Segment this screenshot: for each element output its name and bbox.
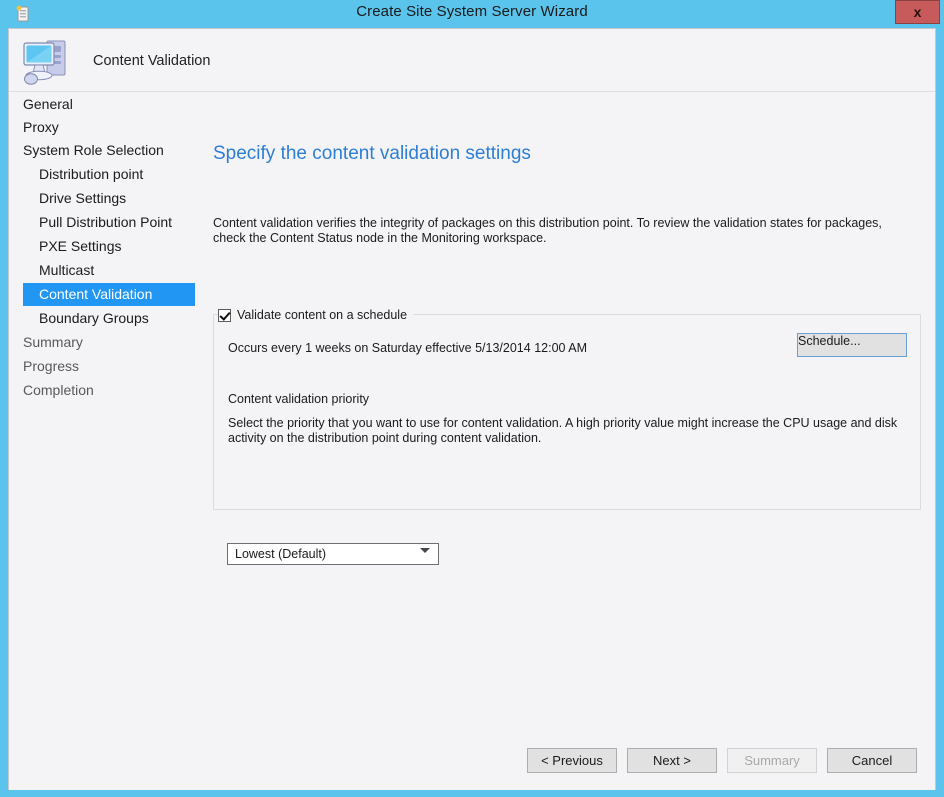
sidebar-item-pxe-settings[interactable]: PXE Settings xyxy=(39,235,122,258)
sidebar-item-completion[interactable]: Completion xyxy=(23,379,94,402)
intro-description: Content validation verifies the integrit… xyxy=(213,216,882,245)
priority-section-label: Content validation priority xyxy=(228,392,370,406)
banner-title: Content Validation xyxy=(93,53,211,69)
priority-description: Select the priority that you want to use… xyxy=(228,416,898,445)
wizard-step-list: General Proxy System Role Selection Dist… xyxy=(9,93,201,790)
sidebar-item-pull-distribution-point[interactable]: Pull Distribution Point xyxy=(39,211,172,234)
sidebar-item-progress[interactable]: Progress xyxy=(23,355,79,378)
sidebar-item-drive-settings[interactable]: Drive Settings xyxy=(39,187,126,210)
validate-content-groupbox: Validate content on a schedule Occurs ev… xyxy=(213,306,921,565)
wizard-footer: < Previous Next > Summary Cancel xyxy=(9,738,935,790)
previous-button[interactable]: < Previous xyxy=(527,748,617,773)
sidebar-item-summary[interactable]: Summary xyxy=(23,331,83,354)
window-title: Create Site System Server Wizard xyxy=(356,3,588,20)
validate-content-checkbox-label: Validate content on a schedule xyxy=(237,308,408,322)
window-client-area: Content Validation General Proxy System … xyxy=(8,28,936,790)
schedule-button[interactable]: Schedule... xyxy=(797,333,907,357)
page-title: Specify the content validation settings xyxy=(213,143,531,164)
priority-dropdown[interactable]: Lowest (Default) xyxy=(227,543,439,565)
sidebar-item-system-role-selection[interactable]: System Role Selection xyxy=(23,139,164,162)
sidebar-item-distribution-point[interactable]: Distribution point xyxy=(39,163,143,186)
checkbox-indicator[interactable] xyxy=(218,308,231,322)
next-button[interactable]: Next > xyxy=(627,748,717,773)
wizard-main-panel: Specify the content validation settings … xyxy=(201,93,935,790)
validate-content-checkbox[interactable]: Validate content on a schedule xyxy=(218,306,414,324)
sidebar-item-multicast[interactable]: Multicast xyxy=(39,259,94,282)
summary-button: Summary xyxy=(727,748,817,773)
cancel-button[interactable]: Cancel xyxy=(827,748,917,773)
close-button[interactable]: x xyxy=(895,0,940,24)
priority-dropdown-value: Lowest (Default) xyxy=(235,547,327,561)
title-bar: Create Site System Server Wizard x xyxy=(0,0,944,28)
sidebar-item-general[interactable]: General xyxy=(23,93,73,116)
sidebar-item-content-validation[interactable]: Content Validation xyxy=(23,283,195,306)
wizard-banner: Content Validation xyxy=(9,29,935,92)
sidebar-item-proxy[interactable]: Proxy xyxy=(23,116,59,139)
schedule-summary-text: Occurs every 1 weeks on Saturday effecti… xyxy=(228,341,588,355)
wizard-window: Create Site System Server Wizard x Conte… xyxy=(0,0,944,797)
chevron-down-icon xyxy=(420,548,430,553)
computer-server-icon xyxy=(19,33,77,88)
sidebar-item-boundary-groups[interactable]: Boundary Groups xyxy=(39,307,149,330)
